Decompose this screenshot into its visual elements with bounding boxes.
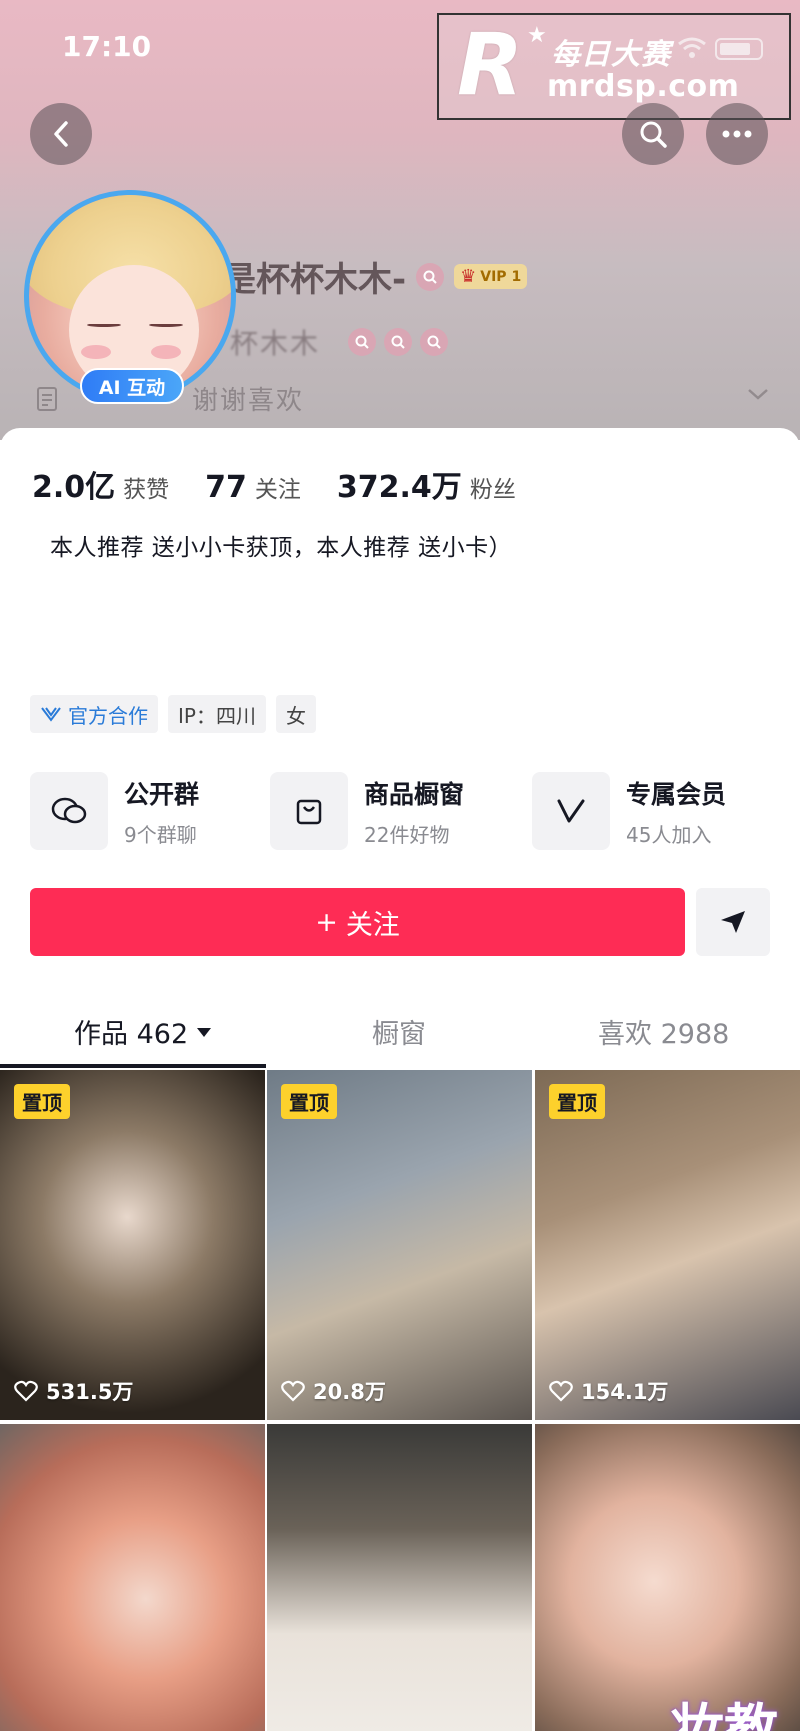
pinned-badge: 置顶 [281,1084,337,1119]
account-id: 杯木木 [230,327,321,360]
bio-text: 本人推荐 送小小卡获顶，本人推荐 送小卡） [50,535,513,561]
feature-title: 专属会员 [626,779,727,809]
tag-official[interactable]: 官方合作 [30,695,158,733]
pinned-badge: 置顶 [549,1084,605,1119]
heart-icon [14,1380,38,1402]
video-thumbnail[interactable]: 置顶 154.1万 [535,1070,800,1420]
likes-label: 获赞 [123,477,170,503]
tab-shop-window[interactable]: 橱窗 [372,1012,426,1051]
feature-row: 公开群 9个群聊 商品橱窗 22件好物 专属会员 45人加入 [30,772,770,850]
vip-label: VIP 1 [480,268,522,285]
tags-row: 官方合作 IP：四川 女 [30,695,316,733]
feature-shop-window[interactable]: 商品橱窗 22件好物 [270,772,464,850]
tag-gender: 女 [275,695,316,733]
document-icon [37,386,57,411]
following-count[interactable]: 77 [205,470,247,505]
watermark-domain: mrdsp.com [547,69,740,104]
chevron-down-icon[interactable] [746,386,770,402]
content-tabs: 作品 462 橱窗 喜欢 2988 [0,1000,800,1070]
heart-icon [549,1380,573,1402]
tag-label: 女 [285,703,306,728]
heart-icon [281,1380,305,1402]
like-count: 20.8万 [313,1380,386,1404]
shopping-bag-icon [296,799,322,825]
crown-icon: ♛ [460,266,477,287]
like-count-row: 531.5万 [14,1376,133,1406]
tab-label: 作品 462 [74,1019,189,1050]
ai-interaction-badge[interactable]: AI 互动 [80,368,184,404]
tab-label: 橱窗 [372,1019,426,1050]
signature-text: 谢谢喜欢 [192,386,305,416]
more-dots-icon [722,130,752,138]
follow-button[interactable]: + 关注 [30,888,685,956]
group-chat-icon [51,797,87,824]
followers-count[interactable]: 372.4万 [337,462,462,506]
feature-group-chat[interactable]: 公开群 9个群聊 [30,772,199,850]
badge-icon[interactable] [384,328,413,356]
share-button[interactable] [696,888,770,956]
like-count-row: 154.1万 [549,1376,668,1406]
feature-subtitle: 9个群聊 [124,822,197,847]
watermark-logo: R [457,15,524,115]
likes-count: 2.0亿 [32,470,116,505]
follow-label: 关注 [345,909,400,941]
like-count: 154.1万 [581,1380,669,1404]
vip-v-icon [557,799,585,823]
like-count: 531.5万 [46,1380,134,1404]
account-row: 杯木木 [230,322,449,362]
feature-title: 商品橱窗 [364,779,465,809]
video-thumbnail[interactable] [267,1424,532,1731]
badge-icon[interactable] [348,328,377,356]
followers-label[interactable]: 粉丝 [470,470,516,504]
feature-subtitle: 45人加入 [626,822,712,847]
tag-ip: IP：四川 [168,695,266,733]
star-icon: ★ [527,23,547,48]
pinned-badge: 置顶 [14,1084,70,1119]
feature-membership[interactable]: 专属会员 45人加入 [532,772,726,850]
profile-name-row: 是杯杯木木- ♛ VIP 1 [222,252,528,301]
display-name: 是杯杯木木- [222,260,407,300]
chevron-left-icon [54,121,68,147]
link-badge-icon[interactable] [416,262,445,291]
official-cooperation-icon [41,707,61,722]
status-time: 17:10 [62,30,152,63]
feature-subtitle: 22件好物 [364,822,450,847]
following-label[interactable]: 关注 [255,470,301,504]
like-count-row: 20.8万 [281,1376,386,1406]
video-thumbnail[interactable] [0,1424,265,1731]
tag-label: 官方合作 [68,703,148,728]
video-thumbnail[interactable]: 妆教 [535,1424,800,1731]
watermark-brand: 每日大赛 [551,37,672,71]
back-button[interactable] [30,103,92,165]
tag-label: IP：四川 [178,703,256,728]
video-thumbnail[interactable]: 置顶 20.8万 [267,1070,532,1420]
tab-likes[interactable]: 喜欢 2988 [598,1012,729,1051]
vip-badge[interactable]: ♛ VIP 1 [454,264,528,289]
video-overlay-text: 妆教 [670,1698,778,1731]
stats-row: 2.0亿 获赞 77 关注 372.4万 粉丝 [32,462,552,506]
tab-label: 喜欢 2988 [598,1019,730,1050]
video-thumbnail[interactable]: 置顶 531.5万 [0,1070,265,1420]
search-icon [640,121,667,148]
plus-icon: + [315,906,338,938]
badge-icon[interactable] [420,328,449,356]
send-icon [721,911,745,933]
caret-down-icon [197,1027,212,1037]
tab-indicator [0,1064,266,1068]
search-button[interactable] [622,103,684,165]
feature-title: 公开群 [124,779,200,809]
tab-works[interactable]: 作品 462 [74,1012,212,1051]
more-button[interactable] [706,103,768,165]
